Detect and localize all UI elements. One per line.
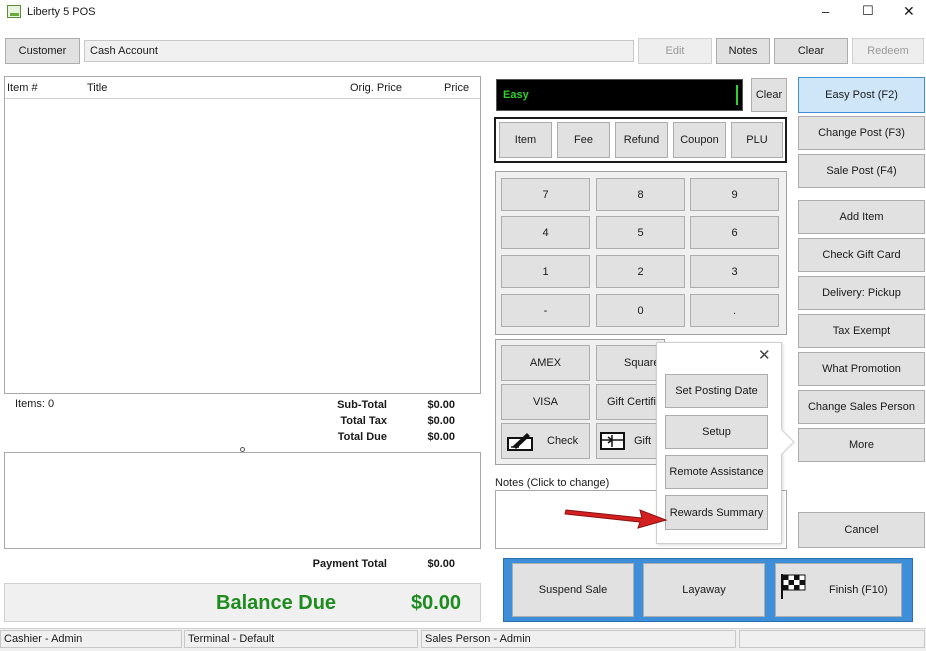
clear-button[interactable]: Clear bbox=[774, 38, 848, 64]
column-orig-price[interactable]: Orig. Price bbox=[350, 82, 402, 94]
popup-close-icon[interactable]: ✕ bbox=[758, 346, 771, 364]
square-button[interactable]: Square bbox=[596, 345, 662, 381]
rewards-summary-button[interactable]: Rewards Summary bbox=[665, 495, 768, 530]
items-count: Items: 0 bbox=[15, 398, 55, 410]
coupon-type-button[interactable]: Coupon bbox=[673, 122, 726, 158]
close-icon[interactable]: ✕ bbox=[903, 3, 915, 20]
maximize-icon[interactable]: ☐ bbox=[862, 3, 874, 19]
gift-card-icon bbox=[600, 432, 625, 450]
sale-post-button[interactable]: Sale Post (F4) bbox=[798, 154, 925, 188]
remote-assistance-button[interactable]: Remote Assistance bbox=[665, 455, 768, 489]
key-1[interactable]: 1 bbox=[501, 255, 590, 288]
layaway-button[interactable]: Layaway bbox=[643, 563, 765, 617]
items-table[interactable]: Item # Title Orig. Price Price bbox=[4, 76, 481, 394]
key-0[interactable]: 0 bbox=[596, 294, 685, 327]
status-extra bbox=[739, 630, 925, 648]
entry-clear-button[interactable]: Clear bbox=[751, 78, 787, 112]
key-5[interactable]: 5 bbox=[596, 216, 685, 249]
easy-post-button[interactable]: Easy Post (F2) bbox=[798, 77, 925, 113]
column-price[interactable]: Price bbox=[444, 82, 469, 94]
visa-button[interactable]: VISA bbox=[501, 384, 590, 420]
check-gift-card-button[interactable]: Check Gift Card bbox=[798, 238, 925, 272]
total-due-label: Total Due bbox=[337, 431, 387, 443]
notes-button[interactable]: Notes bbox=[716, 38, 770, 64]
status-salesperson: Sales Person - Admin bbox=[421, 630, 736, 648]
amex-button[interactable]: AMEX bbox=[501, 345, 590, 381]
refund-type-button[interactable]: Refund bbox=[615, 122, 668, 158]
balance-due-value: $0.00 bbox=[411, 592, 462, 614]
change-sales-person-button[interactable]: Change Sales Person bbox=[798, 390, 925, 424]
payment-total-value: $0.00 bbox=[427, 558, 455, 570]
finish-label: Finish (F10) bbox=[829, 584, 888, 596]
check-label: Check bbox=[547, 435, 579, 447]
key-3[interactable]: 3 bbox=[690, 255, 779, 288]
key-8[interactable]: 8 bbox=[596, 178, 685, 211]
entry-mode-label: Easy bbox=[503, 89, 529, 101]
key-6[interactable]: 6 bbox=[690, 216, 779, 249]
red-arrow-annotation bbox=[564, 509, 668, 529]
total-tax-value: $0.00 bbox=[427, 415, 455, 427]
change-post-button[interactable]: Change Post (F3) bbox=[798, 116, 925, 150]
app-icon bbox=[7, 5, 21, 18]
gift-certificate-button[interactable]: Gift Certifi bbox=[596, 384, 662, 420]
plu-type-button[interactable]: PLU bbox=[731, 122, 783, 158]
balance-due-label: Balance Due bbox=[216, 592, 337, 614]
entry-display[interactable]: Easy bbox=[496, 79, 743, 111]
payment-total-label: Payment Total bbox=[312, 558, 387, 570]
item-type-button[interactable]: Item bbox=[499, 122, 552, 158]
redeem-button[interactable]: Redeem bbox=[852, 38, 924, 64]
cancel-button[interactable]: Cancel bbox=[798, 512, 925, 548]
subtotal-value: $0.00 bbox=[427, 399, 455, 411]
square-button-label: Square bbox=[624, 357, 660, 369]
gift-button[interactable]: Gift bbox=[596, 423, 662, 459]
minimize-icon[interactable]: – bbox=[822, 4, 829, 19]
customer-account-field[interactable]: Cash Account bbox=[84, 40, 634, 62]
key-2[interactable]: 2 bbox=[596, 255, 685, 288]
finish-button[interactable]: Finish (F10) bbox=[775, 563, 902, 617]
key-7[interactable]: 7 bbox=[501, 178, 590, 211]
delivery-pickup-button[interactable]: Delivery: Pickup bbox=[798, 276, 925, 310]
popup-pointer-inner bbox=[781, 430, 793, 454]
more-button[interactable]: More bbox=[798, 428, 925, 462]
edit-button[interactable]: Edit bbox=[638, 38, 712, 64]
add-item-button[interactable]: Add Item bbox=[798, 200, 925, 234]
subtotal-label: Sub-Total bbox=[337, 399, 387, 411]
total-due-value: $0.00 bbox=[427, 431, 455, 443]
window-title: Liberty 5 POS bbox=[27, 6, 96, 18]
status-cashier: Cashier - Admin bbox=[0, 630, 182, 648]
status-terminal: Terminal - Default bbox=[184, 630, 418, 648]
set-posting-date-button[interactable]: Set Posting Date bbox=[665, 374, 768, 408]
key-4[interactable]: 4 bbox=[501, 216, 590, 249]
total-tax-label: Total Tax bbox=[340, 415, 387, 427]
suspend-sale-button[interactable]: Suspend Sale bbox=[512, 563, 634, 617]
check-icon bbox=[507, 433, 533, 451]
key-decimal[interactable]: . bbox=[690, 294, 779, 327]
notes-label: Notes (Click to change) bbox=[495, 477, 610, 489]
what-promotion-button[interactable]: What Promotion bbox=[798, 352, 925, 386]
gift-certificate-label: Gift Certifi bbox=[607, 396, 656, 408]
key-9[interactable]: 9 bbox=[690, 178, 779, 211]
check-button[interactable]: Check bbox=[501, 423, 590, 459]
gift-label: Gift bbox=[634, 435, 652, 447]
setup-button[interactable]: Setup bbox=[665, 415, 768, 449]
checkered-flag-icon bbox=[781, 574, 806, 599]
column-item-number[interactable]: Item # bbox=[7, 82, 38, 94]
title-bar: Liberty 5 POS – ☐ ✕ bbox=[0, 0, 926, 26]
payments-list[interactable] bbox=[4, 452, 481, 549]
key-minus[interactable]: - bbox=[501, 294, 590, 327]
column-title[interactable]: Title bbox=[87, 82, 107, 94]
text-cursor bbox=[736, 85, 738, 105]
table-header: Item # Title Orig. Price Price bbox=[5, 77, 480, 99]
tax-exempt-button[interactable]: Tax Exempt bbox=[798, 314, 925, 348]
customer-button[interactable]: Customer bbox=[5, 38, 80, 64]
fee-type-button[interactable]: Fee bbox=[557, 122, 610, 158]
